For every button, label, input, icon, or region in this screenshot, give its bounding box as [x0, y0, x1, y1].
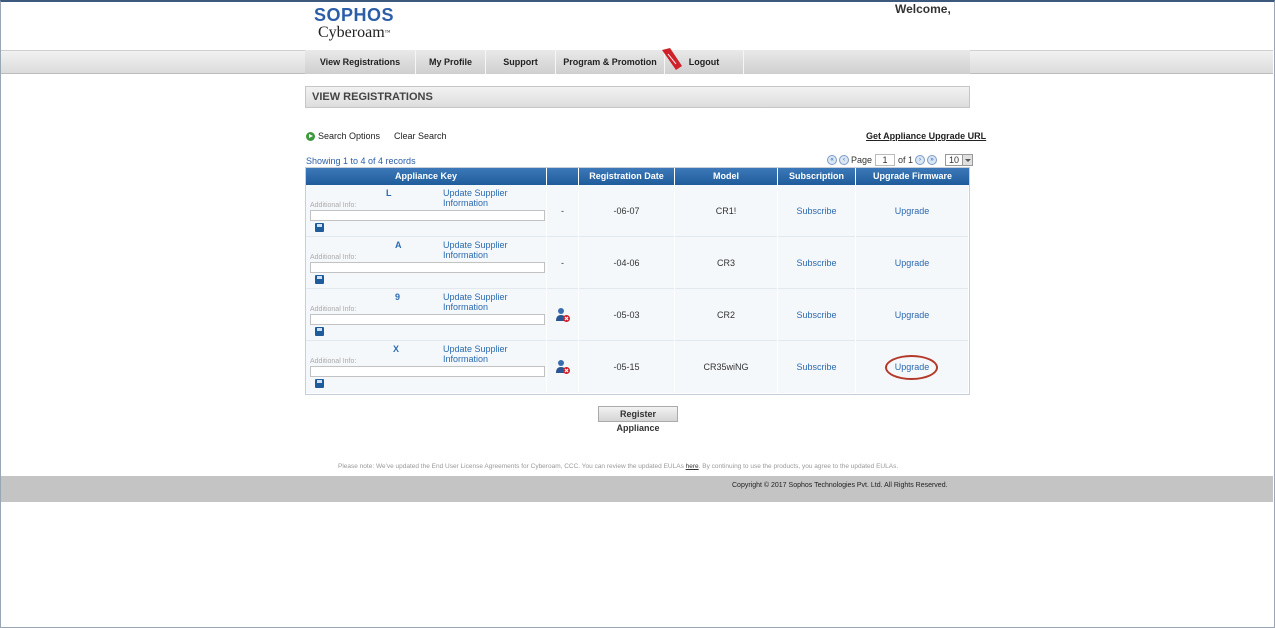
eula-link[interactable]: here — [686, 463, 699, 470]
save-icon[interactable] — [315, 379, 324, 388]
clear-search-link[interactable]: Clear Search — [394, 131, 447, 141]
model: CR3 — [675, 237, 778, 289]
status-cell: - — [547, 237, 579, 289]
save-icon[interactable] — [315, 223, 324, 232]
user-remove-icon[interactable] — [555, 307, 571, 323]
nav-view-registrations[interactable]: View Registrations — [305, 50, 416, 74]
eula-note: Please note: We've updated the End User … — [338, 463, 899, 470]
table-row: 9 Update Supplier Information Additional… — [306, 289, 969, 341]
search-options-label: Search Options — [318, 131, 381, 141]
prev-page-icon[interactable]: ‹ — [839, 155, 849, 165]
registration-date: -04-06 — [579, 237, 675, 289]
update-supplier-link[interactable]: Update Supplier Information — [443, 292, 546, 312]
status-cell — [547, 289, 579, 341]
model: CR2 — [675, 289, 778, 341]
logo-product: Cyberoam™ — [318, 24, 391, 41]
chevron-down-icon — [962, 155, 973, 165]
col-registration-date: Registration Date — [579, 168, 675, 185]
col-appliance-key: Appliance Key — [306, 168, 547, 185]
additional-info-input[interactable] — [310, 262, 545, 273]
model: CR1! — [675, 185, 778, 237]
col-model: Model — [675, 168, 778, 185]
additional-info-label: Additional Info: — [310, 202, 357, 209]
additional-info-label: Additional Info: — [310, 306, 357, 313]
update-supplier-link[interactable]: Update Supplier Information — [443, 188, 546, 208]
next-page-icon[interactable]: › — [915, 155, 926, 165]
welcome-text: Welcome, — [895, 2, 951, 16]
appliance-key: 9 — [395, 292, 401, 302]
page-number-input[interactable]: 1 — [875, 154, 896, 166]
page-title: VIEW REGISTRATIONS — [305, 86, 970, 108]
first-page-icon[interactable]: « — [827, 155, 837, 165]
copyright: Copyright © 2017 Sophos Technologies Pvt… — [732, 482, 948, 489]
table-row: L Update Supplier Information Additional… — [306, 185, 969, 237]
appliance-key-cell: L Update Supplier Information Additional… — [306, 185, 547, 237]
subscribe-link[interactable]: Subscribe — [778, 341, 856, 393]
appliance-key: L — [386, 188, 392, 198]
subscribe-link[interactable]: Subscribe — [778, 185, 856, 237]
table-row: A Update Supplier Information Additional… — [306, 237, 969, 289]
nav-my-profile[interactable]: My Profile — [416, 50, 486, 74]
col-status — [547, 168, 579, 185]
update-supplier-link[interactable]: Update Supplier Information — [443, 344, 546, 364]
appliance-key: X — [393, 344, 400, 354]
appliance-key-cell: X Update Supplier Information Additional… — [306, 341, 547, 393]
col-upgrade-firmware: Upgrade Firmware — [872, 171, 953, 181]
additional-info-input[interactable] — [310, 314, 545, 325]
register-appliance-button[interactable]: Register Appliance — [598, 406, 678, 433]
additional-info-label: Additional Info: — [310, 358, 357, 365]
registration-date: -05-15 — [579, 341, 675, 393]
search-options-link[interactable]: Search Options — [306, 131, 380, 141]
table-row: X Update Supplier Information Additional… — [306, 341, 969, 393]
page-of-label: of 1 — [898, 155, 914, 165]
additional-info-input[interactable] — [310, 366, 545, 377]
new-ribbon-icon — [662, 48, 682, 70]
subscribe-link[interactable]: Subscribe — [778, 289, 856, 341]
logo-brand: SOPHOS — [314, 5, 395, 25]
nav-support[interactable]: Support — [486, 50, 556, 74]
footer-bar — [1, 476, 1273, 502]
main-nav: View Registrations My Profile Support Pr… — [305, 50, 970, 74]
page-size-select[interactable]: 10 — [945, 154, 974, 166]
get-upgrade-url-link[interactable]: Get Appliance Upgrade URL — [866, 131, 986, 141]
page-label: Page — [851, 155, 873, 165]
sophos-cyberoam-logo: SOPHOS Cyberoam™ — [314, 6, 404, 46]
upgrade-highlight-circle — [885, 355, 938, 380]
last-page-icon[interactable]: » — [927, 155, 938, 165]
table-header: Appliance Key Registration Date Model Su… — [306, 168, 969, 185]
upgrade-link[interactable]: Upgrade — [856, 289, 969, 341]
update-supplier-link[interactable]: Update Supplier Information — [443, 240, 546, 260]
nav-program-promotion[interactable]: Program & Promotion — [556, 50, 665, 74]
records-count: Showing 1 to 4 of 4 records — [306, 156, 416, 166]
registration-date: -06-07 — [579, 185, 675, 237]
arrow-right-icon — [306, 131, 315, 141]
additional-info-label: Additional Info: — [310, 254, 357, 261]
pagination: « ‹ Page 1 of 1 › » 10 — [827, 154, 974, 166]
status-cell: - — [547, 185, 579, 237]
upgrade-link[interactable]: Upgrade — [856, 185, 969, 237]
save-icon[interactable] — [315, 275, 324, 284]
col-subscription: Subscription — [778, 168, 856, 185]
appliance-key-cell: 9 Update Supplier Information Additional… — [306, 289, 547, 341]
save-icon[interactable] — [315, 327, 324, 336]
appliance-key: A — [395, 240, 402, 250]
registration-date: -05-03 — [579, 289, 675, 341]
appliance-key-cell: A Update Supplier Information Additional… — [306, 237, 547, 289]
user-remove-icon[interactable] — [555, 359, 571, 375]
model: CR35wiNG — [675, 341, 778, 393]
status-cell — [547, 341, 579, 393]
registrations-table: Appliance Key Registration Date Model Su… — [305, 167, 970, 395]
additional-info-input[interactable] — [310, 210, 545, 221]
upgrade-link[interactable]: Upgrade — [856, 237, 969, 289]
subscribe-link[interactable]: Subscribe — [778, 237, 856, 289]
